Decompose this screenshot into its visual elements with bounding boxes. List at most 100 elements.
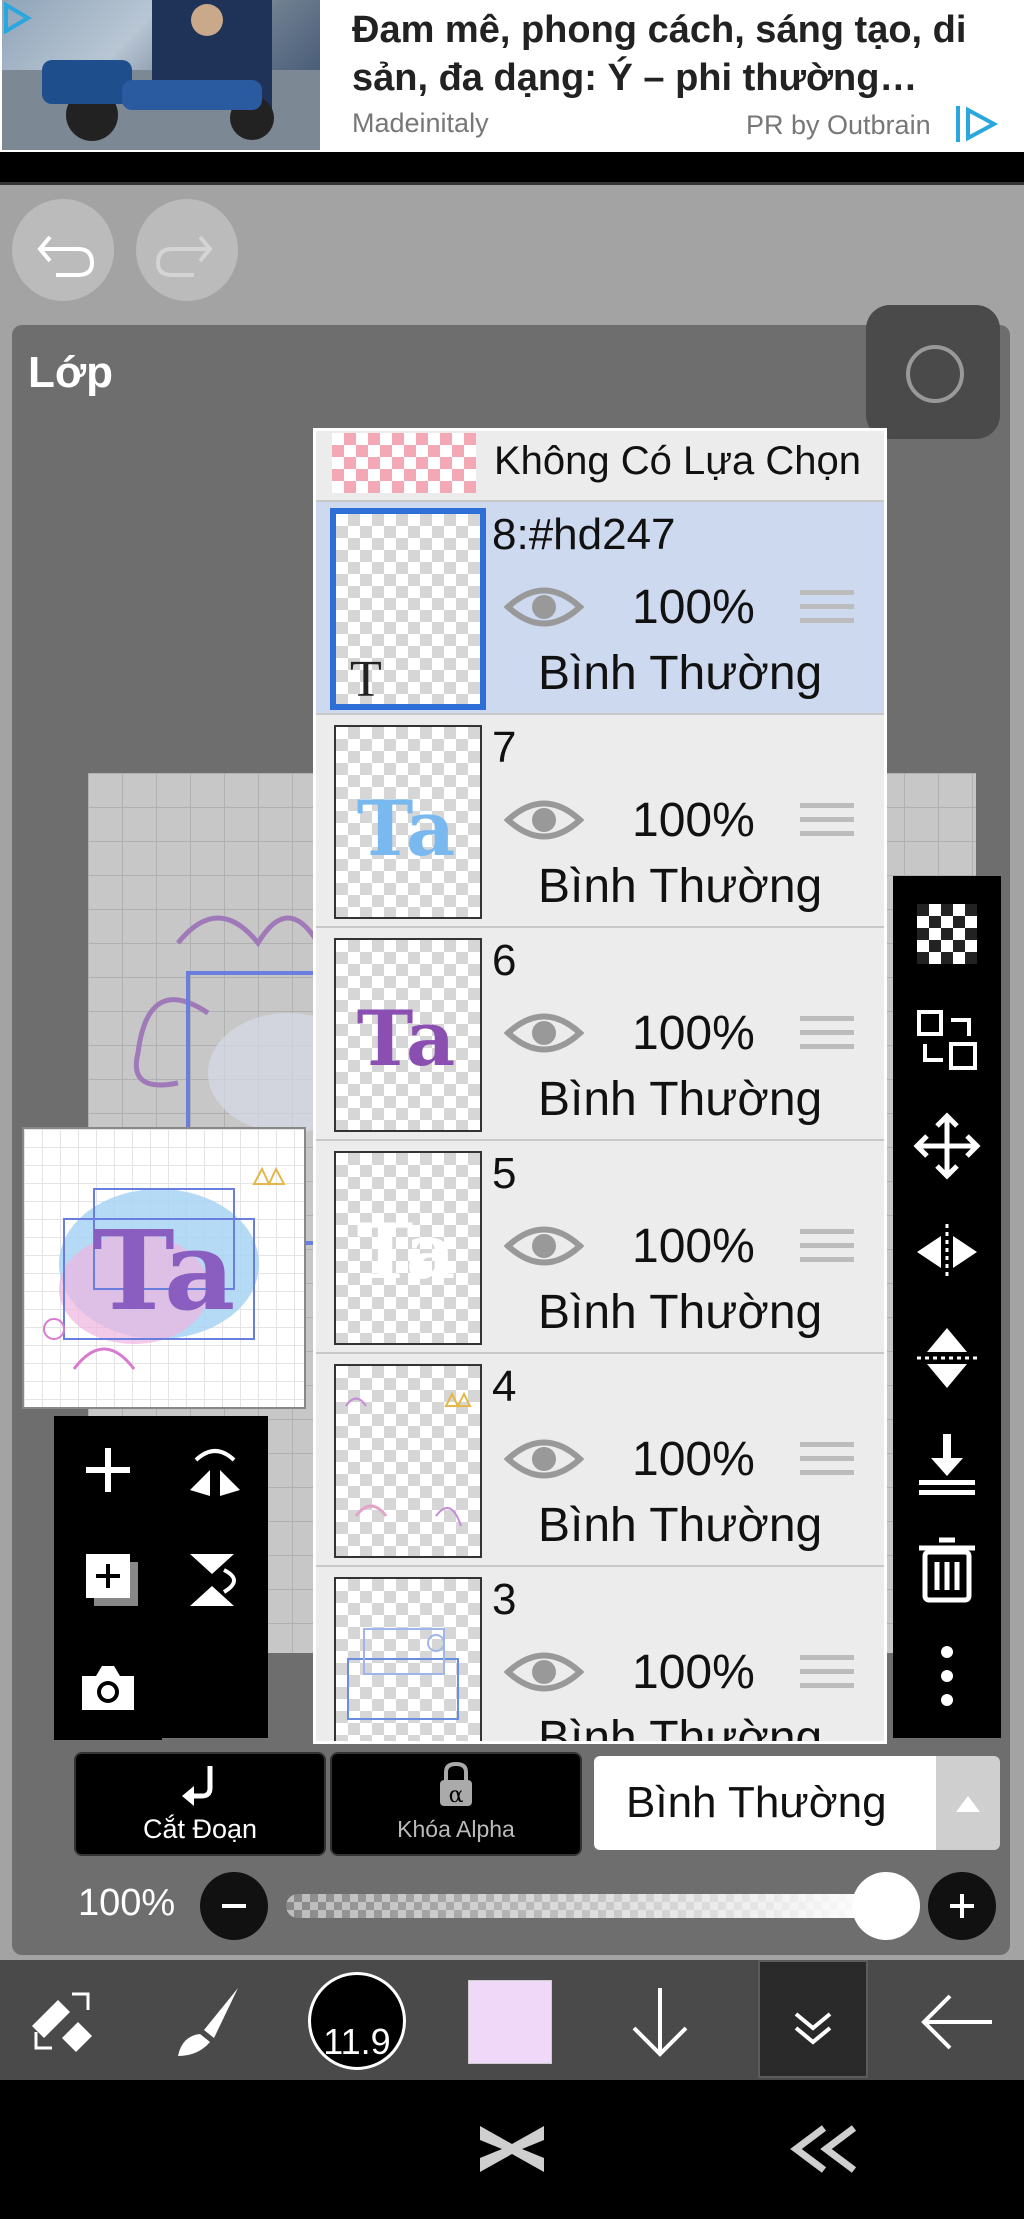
drag-handle-icon[interactable] [800, 1229, 854, 1269]
layer-row[interactable]: Ta 6 100% Bình Thường [316, 928, 884, 1141]
duplicate-layer-icon[interactable] [82, 1550, 142, 1610]
opacity-increase-button[interactable] [928, 1872, 996, 1940]
layer-opacity: 100% [632, 1220, 755, 1273]
selection-layer-row[interactable]: Không Có Lựa Chọn [316, 431, 884, 502]
adchoices-icon[interactable] [2, 2, 32, 34]
ad-banner[interactable]: Đam mê, phong cách, sáng tạo, di sản, đa… [0, 0, 1024, 152]
layer-blend-mode: Bình Thường [538, 1286, 823, 1339]
layer-row[interactable]: 3 100% Bình Thường [316, 1567, 884, 1744]
layer-list[interactable]: Không Có Lựa Chọn T 8:#hd247 100% Bình T… [313, 428, 887, 1744]
layer-thumbnail: Ta [334, 1151, 482, 1345]
layer-swap-icon[interactable] [913, 1006, 981, 1074]
flip-vertical-icon[interactable] [913, 1324, 981, 1392]
transparency-checker-icon[interactable] [913, 900, 981, 968]
layer-row[interactable]: T 8:#hd247 100% Bình Thường [316, 502, 884, 715]
layer-opacity: 100% [632, 794, 755, 847]
layer-row[interactable]: Ta 7 100% Bình Thường [316, 715, 884, 928]
layer-blend-mode: Bình Thường [538, 1499, 823, 1552]
layer-name: 7 [492, 723, 517, 772]
redo-button[interactable] [136, 199, 238, 301]
canvas-thumbnail[interactable]: Ta [22, 1127, 306, 1409]
text-layer-icon: T [350, 651, 382, 708]
eye-icon[interactable] [504, 795, 584, 845]
redo-icon [155, 235, 213, 277]
drag-handle-icon[interactable] [800, 1442, 854, 1482]
flip-horizontal-icon[interactable] [913, 1218, 981, 1286]
transform-tool-icon[interactable] [22, 1982, 102, 2062]
double-chevron-down-icon [794, 2012, 832, 2045]
layer-thumbnail [334, 1577, 482, 1741]
color-swatch-button[interactable] [468, 1980, 552, 2064]
layer-thumbnail: Ta [334, 725, 482, 919]
eye-icon[interactable] [504, 1221, 584, 1271]
layer-tools-bar [893, 876, 1001, 1738]
delete-icon[interactable] [913, 1536, 981, 1604]
opacity-slider[interactable] [286, 1894, 886, 1918]
back-arrow-icon[interactable] [918, 1982, 998, 2062]
svg-text:Ta: Ta [93, 1206, 236, 1335]
blend-mode-select[interactable]: Bình Thường [594, 1756, 936, 1850]
undo-button[interactable] [12, 199, 114, 301]
layer-name: 8:#hd247 [492, 510, 676, 559]
ad-source: Madeinitaly [352, 108, 489, 138]
close-ad-icon[interactable] [476, 2118, 548, 2180]
brush-tool-icon[interactable] [168, 1982, 248, 2062]
plus-icon [950, 1894, 974, 1918]
opacity-slider-thumb[interactable] [852, 1872, 920, 1940]
brush-size-value: 11.9 [323, 2021, 391, 2062]
svg-text:Ta: Ta [357, 1207, 456, 1296]
layer-thumbnail [334, 1364, 482, 1558]
layer-name: 3 [492, 1575, 517, 1624]
lock-icon: α [440, 1761, 472, 1808]
ad-image[interactable] [2, 0, 320, 150]
main-toolbar: 11.9 [0, 1960, 1024, 2080]
clip-icon [182, 1766, 213, 1806]
down-arrow-icon[interactable] [620, 1982, 700, 2062]
layer-name: 5 [492, 1149, 517, 1198]
layer-name: 6 [492, 936, 517, 985]
record-icon [906, 345, 964, 403]
add-layer-icon[interactable] [80, 1442, 136, 1498]
more-options-icon[interactable] [913, 1642, 981, 1710]
svg-text:Ta: Ta [357, 994, 456, 1083]
clip-button[interactable]: Cắt Đoạn [74, 1752, 326, 1856]
system-navigation-bar [0, 2080, 1024, 2219]
layer-thumbnail: T [330, 508, 486, 710]
drag-handle-icon[interactable] [800, 1655, 854, 1695]
layers-button[interactable] [758, 1960, 868, 2078]
layer-opacity: 100% [632, 581, 755, 634]
selection-thumbnail [332, 433, 476, 493]
brush-size-button[interactable]: 11.9 [308, 1972, 406, 2070]
opacity-decrease-button[interactable] [200, 1872, 268, 1940]
ad-title[interactable]: Đam mê, phong cách, sáng tạo, di sản, đa… [352, 6, 1012, 102]
rotate-flip-icon[interactable] [184, 1440, 246, 1500]
move-icon[interactable] [913, 1112, 981, 1180]
blend-mode-dropdown-button[interactable] [936, 1756, 1000, 1850]
clip-label: Cắt Đoạn [142, 1814, 258, 1844]
eye-icon[interactable] [504, 582, 584, 632]
layer-row[interactable]: Ta 5 100% Bình Thường [316, 1141, 884, 1354]
drag-handle-icon[interactable] [800, 803, 854, 843]
drag-handle-icon[interactable] [800, 590, 854, 630]
merge-down-icon[interactable] [913, 1430, 981, 1498]
layer-opacity: 100% [632, 1433, 755, 1486]
eye-icon[interactable] [504, 1434, 584, 1484]
opacity-value: 100% [78, 1882, 176, 1924]
double-chevron-left-icon[interactable] [790, 2124, 860, 2174]
alpha-lock-button[interactable]: α Khóa Alpha [330, 1752, 582, 1856]
camera-button[interactable] [54, 1640, 162, 1740]
drag-handle-icon[interactable] [800, 1016, 854, 1056]
layer-blend-mode: Bình Thường [538, 1712, 823, 1744]
ad-sponsor[interactable]: PR by Outbrain [746, 110, 931, 141]
layer-blend-mode: Bình Thường [538, 1073, 823, 1126]
svg-text:α: α [449, 1783, 464, 1808]
layer-blend-mode: Bình Thường [538, 647, 823, 700]
layer-row[interactable]: 4 100% Bình Thường [316, 1354, 884, 1567]
eye-icon[interactable] [504, 1647, 584, 1697]
layer-opacity: 100% [632, 1007, 755, 1060]
layer-opacity: 100% [632, 1646, 755, 1699]
flip-rotate-vertical-icon[interactable] [184, 1548, 246, 1612]
eye-icon[interactable] [504, 1008, 584, 1058]
thumbnail-artwork: Ta [43, 1166, 286, 1370]
svg-text:Ta: Ta [357, 784, 456, 873]
